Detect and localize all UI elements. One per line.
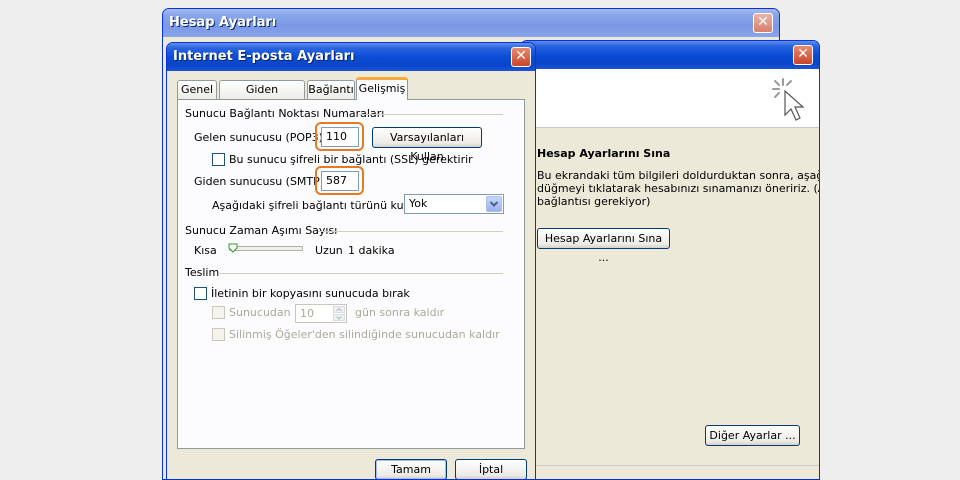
tab-general[interactable]: Genel bbox=[177, 80, 217, 100]
tab-advanced[interactable]: Gelişmiş bbox=[356, 77, 408, 100]
ports-group-title: Sunucu Bağlantı Noktası Numaraları bbox=[185, 107, 385, 120]
wizard-description-line-2: düğmeyi tıklatarak hesabınızı sınamanızı… bbox=[537, 182, 820, 195]
remove-after-label: Sunucudan bbox=[229, 306, 291, 319]
wizard-description-line-3: bağlantısı gerekiyor) bbox=[537, 195, 651, 208]
chevron-up-icon[interactable] bbox=[333, 306, 345, 313]
timeout-slider-thumb[interactable] bbox=[228, 243, 238, 253]
cursor-sparkle-icon bbox=[772, 78, 805, 121]
dialog-titlebar: Internet E-posta Ayarları bbox=[167, 43, 535, 71]
remove-after-checkbox[interactable] bbox=[212, 306, 225, 319]
chevron-down-icon[interactable] bbox=[333, 314, 345, 321]
ssl-required-label: Bu sunucu şifreli bir bağlantı (SSL) ger… bbox=[229, 153, 473, 166]
account-wizard-close-button[interactable]: ✕ bbox=[793, 45, 813, 65]
remove-days-stepper[interactable]: 10 bbox=[295, 304, 347, 323]
delivery-group-title: Teslim bbox=[185, 266, 220, 279]
delivery-group-divider bbox=[218, 273, 503, 274]
timeout-group-divider bbox=[318, 231, 503, 232]
timeout-long-label: Uzun bbox=[315, 244, 343, 257]
remove-deleted-checkbox[interactable] bbox=[212, 328, 225, 341]
outgoing-port-label: Giden sunucusu (SMTP): bbox=[194, 175, 328, 188]
incoming-port-highlight bbox=[315, 122, 364, 151]
leave-copy-checkbox[interactable] bbox=[194, 287, 207, 300]
ok-button[interactable]: Tamam bbox=[375, 459, 447, 479]
cancel-button[interactable]: İptal bbox=[455, 459, 527, 479]
chevron-down-icon[interactable] bbox=[486, 196, 502, 212]
wizard-section-title: Hesap Ayarlarını Sına bbox=[537, 147, 671, 160]
outgoing-port-highlight bbox=[315, 166, 364, 195]
account-wizard-window: ✕ Hesap Ayarlarını Sına Bu ekrandaki tüm… bbox=[520, 40, 820, 480]
advanced-tab-panel bbox=[177, 99, 525, 449]
encryption-type-label: Aşağıdaki şifreli bağlantı türünü kullan… bbox=[212, 199, 428, 212]
account-settings-titlebar: Hesap Ayarları bbox=[163, 9, 779, 37]
account-wizard-titlebar bbox=[521, 41, 819, 69]
internet-email-settings-dialog: Internet E-posta Ayarları ✕ Genel Giden … bbox=[166, 42, 536, 480]
use-defaults-button[interactable]: Varsayılanları Kullan bbox=[372, 127, 482, 163]
timeout-slider-track[interactable] bbox=[229, 246, 303, 251]
incoming-port-label: Gelen sunucusu (POP3): bbox=[194, 131, 327, 144]
timeout-group-title: Sunucu Zaman Aşımı Sayısı bbox=[185, 224, 338, 237]
remove-deleted-label: Silinmiş Öğeler'den silindiğinde sunucud… bbox=[229, 328, 500, 341]
tab-connection[interactable]: Bağlantı bbox=[307, 80, 355, 100]
tab-outgoing-server[interactable]: Giden Sunucusu bbox=[219, 80, 305, 114]
account-settings-title: Hesap Ayarları bbox=[169, 15, 277, 30]
encryption-type-value: Yok bbox=[409, 197, 428, 210]
encryption-type-select[interactable]: Yok bbox=[404, 194, 504, 214]
remove-days-value: 10 bbox=[300, 307, 314, 320]
wizard-description-line-1: Bu ekrandaki tüm bilgileri doldurduktan … bbox=[537, 169, 820, 182]
timeout-value-label: 1 dakika bbox=[348, 244, 395, 257]
leave-copy-label: İletinin bir kopyasını sunucuda bırak bbox=[211, 287, 410, 300]
account-settings-close-button[interactable]: ✕ bbox=[753, 13, 773, 33]
test-account-settings-button[interactable]: Hesap Ayarlarını Sına ... bbox=[537, 228, 670, 264]
remove-days-suffix: gün sonra kaldır bbox=[355, 306, 445, 319]
wizard-footer-divider bbox=[521, 465, 819, 466]
ssl-required-checkbox[interactable] bbox=[212, 153, 225, 166]
timeout-short-label: Kısa bbox=[194, 244, 217, 257]
dialog-close-button[interactable]: ✕ bbox=[511, 47, 531, 67]
ports-group-divider bbox=[359, 114, 503, 115]
more-settings-button[interactable]: Diğer Ayarlar ... bbox=[705, 425, 800, 446]
dialog-title: Internet E-posta Ayarları bbox=[173, 49, 355, 64]
